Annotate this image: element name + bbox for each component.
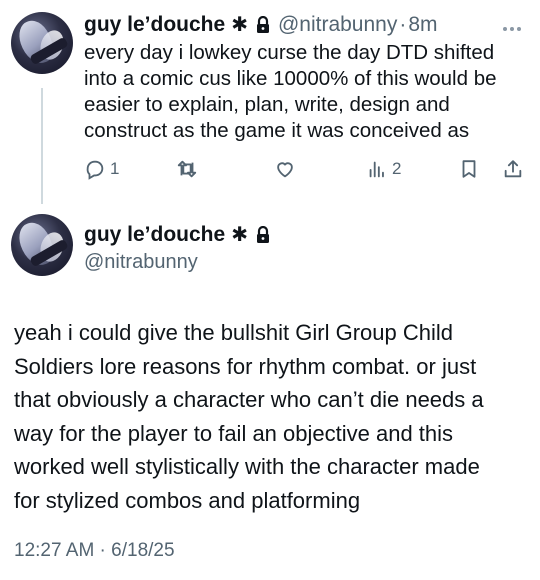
reply-icon	[86, 160, 104, 180]
tweet-text-line: way for the player to fail an objective …	[14, 420, 454, 446]
like-button[interactable]	[274, 158, 300, 180]
tweet-text-line: for stylized combos and platforming	[14, 487, 361, 513]
action-bar: 1 2	[84, 158, 530, 186]
avatar[interactable]	[11, 214, 73, 276]
separator: ·	[399, 12, 407, 36]
views-button[interactable]: 2	[366, 158, 401, 180]
tweet-text-line: easier to explain, plan, write, design a…	[84, 93, 450, 116]
asterisk-glyph: ✱	[231, 224, 248, 246]
display-name[interactable]: guy le’douche	[84, 13, 225, 37]
lock-icon	[256, 15, 270, 34]
reply-count: 1	[110, 159, 120, 178]
heart-icon	[277, 162, 293, 178]
lock-icon	[256, 225, 270, 244]
display-name[interactable]: guy le’douche	[84, 223, 225, 247]
tweet1-header: guy le’douche ✱ @nitrabunny · 8m	[84, 12, 438, 37]
tweet-text-line: Soldiers lore reasons for rhythm combat.…	[14, 353, 477, 379]
avatar[interactable]	[11, 12, 73, 74]
repost-button[interactable]	[176, 158, 202, 180]
handle[interactable]: @nitrabunny	[278, 13, 397, 37]
tweet-text-line: every day i lowkey curse the day DTD shi…	[84, 41, 495, 64]
tweet-text: yeah i could give the bullshit Girl Grou…	[14, 316, 534, 517]
tweet2-header: guy le’douche ✱	[84, 222, 270, 247]
timestamp[interactable]: 12:27 AM · 6/18/25	[14, 540, 175, 562]
tweet-text-line: that obviously a character who can’t die…	[14, 387, 484, 412]
share-icon	[504, 160, 522, 178]
thread-line	[41, 88, 43, 204]
tweet-text-line: construct as the game it was conceived a…	[84, 119, 470, 142]
tweet-text-line: worked well stylistically with the chara…	[14, 454, 480, 479]
relative-time[interactable]: 8m	[408, 13, 437, 37]
views-count: 2	[392, 159, 402, 178]
tweet-text: every day i lowkey curse the day DTD shi…	[84, 40, 524, 144]
handle[interactable]: @nitrabunny	[84, 251, 198, 274]
tweet-text-line: into a comic cus like 10000% of this wou…	[84, 67, 497, 90]
share-button[interactable]	[502, 158, 524, 180]
asterisk-glyph: ✱	[231, 14, 248, 36]
repost-icon	[177, 160, 197, 178]
tweet-text-line: yeah i could give the bullshit Girl Grou…	[14, 320, 454, 345]
more-icon[interactable]	[502, 16, 522, 37]
reply-button[interactable]: 1	[84, 158, 119, 180]
views-icon	[369, 161, 384, 178]
bookmark-button[interactable]	[458, 158, 480, 180]
bookmark-icon	[462, 160, 476, 178]
